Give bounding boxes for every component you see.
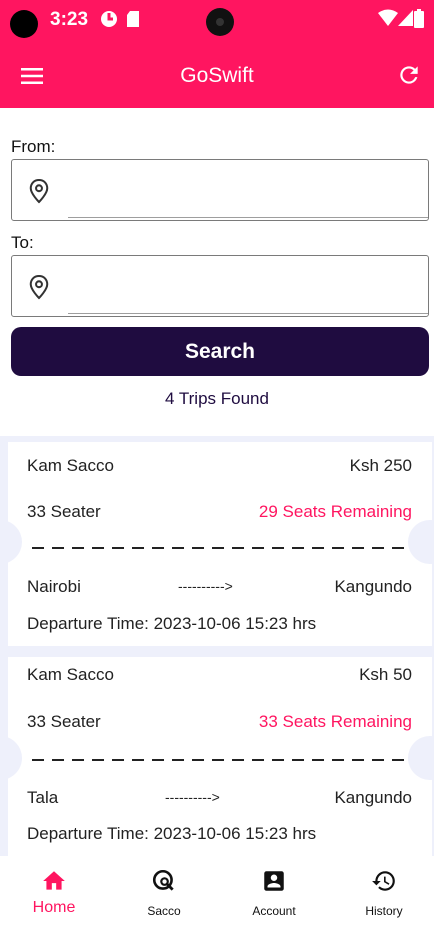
trip-list[interactable]: Kam Sacco Ksh 250 33 Seater 29 Seats Rem…	[0, 436, 434, 856]
signal-icon	[398, 10, 413, 26]
app-title: GoSwift	[180, 64, 254, 87]
location-pin-icon	[29, 178, 49, 204]
sacco-name: Kam Sacco	[27, 456, 114, 475]
from-label: From:	[11, 137, 56, 156]
route-arrow: ---------->	[165, 789, 220, 805]
from-input[interactable]	[68, 164, 424, 214]
sacco-name: Kam Sacco	[27, 665, 114, 684]
ticket-divider	[32, 547, 414, 549]
vehicle-capacity: 33 Seater	[27, 502, 101, 521]
route-arrow: ---------->	[178, 578, 233, 594]
nav-account[interactable]: Account	[220, 856, 328, 928]
nav-sacco-label: Sacco	[147, 904, 181, 918]
status-time: 3:23	[50, 9, 89, 30]
camera-dot-icon	[10, 10, 38, 38]
history-icon	[372, 871, 395, 891]
app-bar: GoSwift	[0, 44, 434, 108]
status-bar: 3:23	[0, 0, 434, 44]
trip-destination: Kangundo	[334, 577, 412, 596]
search-button[interactable]: Search	[11, 327, 429, 376]
bottom-nav: Home Sacco Account History	[0, 856, 434, 928]
to-field[interactable]	[11, 255, 429, 317]
trip-price: Ksh 50	[359, 665, 412, 684]
trip-card[interactable]: Kam Sacco Ksh 250 33 Seater 29 Seats Rem…	[8, 442, 432, 646]
seats-remaining: 33 Seats Remaining	[258, 712, 412, 731]
from-underline	[68, 217, 428, 218]
wifi-icon	[378, 9, 398, 26]
nav-home-label: Home	[32, 899, 76, 916]
sacco-search-icon	[152, 869, 174, 891]
trip-card[interactable]: Kam Sacco Ksh 50 33 Seater 33 Seats Rema…	[8, 657, 432, 856]
nav-history-label: History	[365, 904, 403, 918]
home-icon	[43, 871, 65, 890]
seats-remaining: 29 Seats Remaining	[258, 502, 412, 521]
location-pin-icon	[29, 274, 49, 300]
battery-icon	[414, 9, 424, 28]
nav-sacco[interactable]: Sacco	[110, 856, 218, 928]
trip-origin: Nairobi	[27, 577, 81, 596]
account-icon	[264, 871, 284, 891]
ticket-divider	[32, 759, 414, 761]
to-input[interactable]	[68, 260, 424, 310]
refresh-icon[interactable]	[396, 62, 422, 88]
g-badge-icon	[101, 11, 117, 27]
trip-origin: Tala	[27, 788, 59, 807]
departure-time: Departure Time: 2023-10-06 15:23 hrs	[27, 824, 317, 843]
trips-found-text: 4 Trips Found	[165, 389, 269, 408]
to-underline	[68, 313, 428, 314]
vehicle-capacity: 33 Seater	[27, 712, 101, 731]
nav-account-label: Account	[252, 904, 296, 918]
nav-home[interactable]: Home	[0, 856, 108, 928]
nav-history[interactable]: History	[330, 856, 434, 928]
sd-card-icon	[127, 11, 139, 27]
front-camera-icon	[206, 8, 234, 36]
to-label: To:	[11, 233, 34, 252]
departure-time: Departure Time: 2023-10-06 15:23 hrs	[27, 614, 317, 633]
trip-price: Ksh 250	[349, 456, 412, 475]
trip-destination: Kangundo	[334, 788, 412, 807]
from-field[interactable]	[11, 159, 429, 221]
